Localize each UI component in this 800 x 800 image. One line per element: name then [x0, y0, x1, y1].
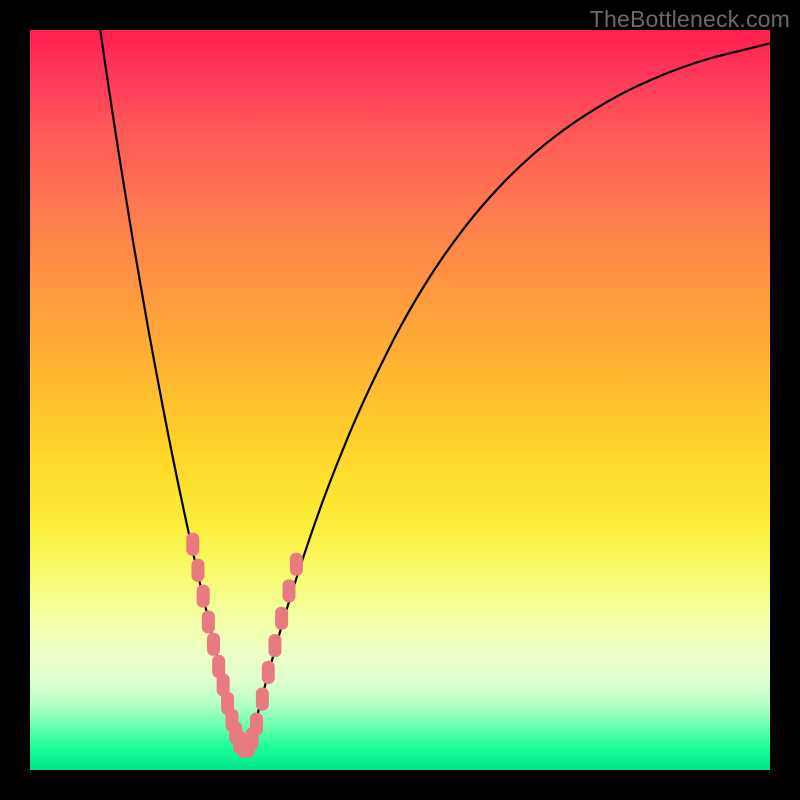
data-marker	[207, 633, 220, 656]
plot-area	[30, 30, 770, 770]
data-marker	[275, 607, 288, 630]
data-marker	[191, 559, 204, 582]
watermark-text: TheBottleneck.com	[590, 6, 790, 33]
data-marker	[268, 634, 281, 657]
data-markers	[186, 533, 303, 758]
data-marker	[290, 553, 303, 576]
data-marker	[186, 533, 199, 556]
data-marker	[202, 611, 215, 634]
data-marker	[256, 687, 269, 710]
data-marker	[250, 713, 263, 736]
chart-frame: TheBottleneck.com	[0, 0, 800, 800]
data-marker	[283, 579, 296, 602]
data-marker	[262, 661, 275, 684]
data-marker	[197, 585, 210, 608]
right-curve-line	[256, 43, 770, 722]
chart-svg	[30, 30, 770, 770]
